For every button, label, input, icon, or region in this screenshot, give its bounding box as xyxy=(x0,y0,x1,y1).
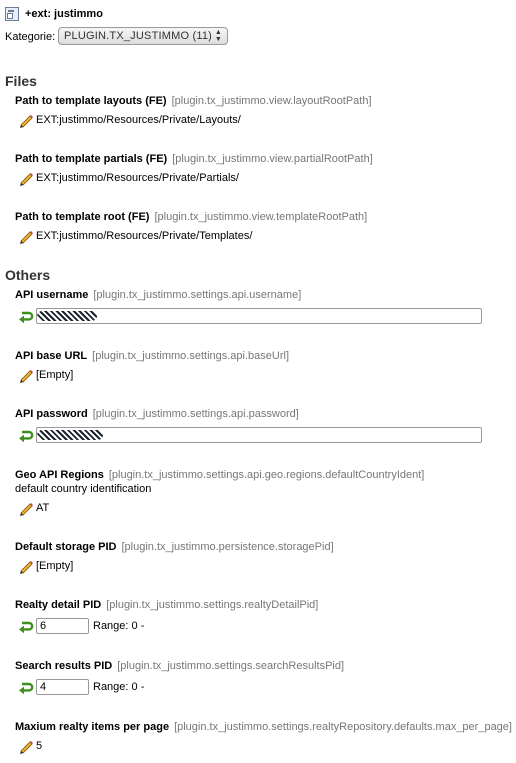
option-label: API base URL xyxy=(15,350,88,362)
option-label: Realty detail PID xyxy=(15,599,102,611)
option-title-layouts: Path to template layouts (FE) [plugin.tx_… xyxy=(15,95,372,107)
option-title-username: API username [plugin.tx_justimmo.settings… xyxy=(15,289,301,301)
pencil-icon[interactable] xyxy=(18,740,34,754)
range-label: Range: 0 - xyxy=(93,681,145,693)
option-key: [plugin.tx_justimmo.settings.api.usernam… xyxy=(93,289,302,301)
option-value-templates: EXT:justimmo/Resources/Private/Templates… xyxy=(36,230,253,242)
option-title-partials: Path to template partials (FE) [plugin.tx… xyxy=(15,153,373,165)
option-label: Path to template partials (FE) xyxy=(15,153,168,165)
option-label: Path to template root (FE) xyxy=(15,211,150,223)
option-title-baseurl: API base URL [plugin.tx_justimmo.settings… xyxy=(15,350,289,362)
pencil-icon[interactable] xyxy=(18,560,34,574)
option-label: Geo API Regions xyxy=(15,469,104,481)
option-label: Search results PID xyxy=(15,660,113,672)
option-key: [plugin.tx_justimmo.settings.api.baseUrl… xyxy=(92,350,290,362)
option-value-maxitems: 5 xyxy=(36,740,43,752)
option-key: [plugin.tx_justimmo.settings.api.passwor… xyxy=(92,408,299,420)
option-title-password: API password [plugin.tx_justimmo.settings… xyxy=(15,408,299,420)
option-key: [plugin.tx_justimmo.settings.searchResul… xyxy=(117,660,345,672)
pencil-icon[interactable] xyxy=(18,172,34,186)
category-label: Kategorie: xyxy=(5,31,56,43)
api-password-input[interactable] xyxy=(36,427,482,443)
option-key: [plugin.tx_justimmo.view.partialRootPath… xyxy=(172,153,373,165)
option-title-templates: Path to template root (FE) [plugin.tx_jus… xyxy=(15,211,367,223)
undo-arrow-icon[interactable] xyxy=(18,620,34,634)
extension-title-text: +ext: justimmo xyxy=(25,8,103,20)
pencil-icon[interactable] xyxy=(18,114,34,128)
option-title-detail: Realty detail PID [plugin.tx_justimmo.set… xyxy=(15,599,318,611)
option-description-regions: default country identification xyxy=(15,483,152,495)
undo-arrow-icon[interactable] xyxy=(18,429,34,443)
option-value-partials: EXT:justimmo/Resources/Private/Partials/ xyxy=(36,172,239,184)
masked-value xyxy=(37,430,103,440)
option-label: Maxium realty items per page xyxy=(15,721,170,733)
section-files-heading: Files xyxy=(5,73,37,89)
api-username-input[interactable] xyxy=(36,308,482,324)
option-key: [plugin.tx_justimmo.view.templateRootPat… xyxy=(154,211,368,223)
option-title-regions: Geo API Regions [plugin.tx_justimmo.setti… xyxy=(15,469,424,481)
option-value-storage: [Empty] xyxy=(36,560,74,572)
category-select-value: PLUGIN.TX_JUSTIMMO (11) xyxy=(64,30,213,42)
option-key: [plugin.tx_justimmo.view.layoutRootPath] xyxy=(171,95,372,107)
undo-arrow-icon[interactable] xyxy=(18,681,34,695)
option-label: API password xyxy=(15,408,88,420)
option-label: Path to template layouts (FE) xyxy=(15,95,167,107)
pencil-icon[interactable] xyxy=(18,369,34,383)
option-label: API username xyxy=(15,289,89,301)
option-title-storage: Default storage PID [plugin.tx_justimmo.p… xyxy=(15,541,334,553)
search-results-pid-input[interactable]: 4 xyxy=(36,679,89,695)
category-select[interactable]: PLUGIN.TX_JUSTIMMO (11) ▲ ▼ xyxy=(58,27,228,45)
section-others-heading: Others xyxy=(5,267,51,283)
option-title-maxitems: Maxium realty items per page [plugin.tx_j… xyxy=(15,721,512,733)
masked-value xyxy=(37,311,97,321)
option-value-regions: AT xyxy=(36,502,50,514)
option-value-layouts: EXT:justimmo/Resources/Private/Layouts/ xyxy=(36,114,241,126)
option-key: [plugin.tx_justimmo.settings.realtyRepos… xyxy=(174,721,512,733)
option-label: Default storage PID xyxy=(15,541,117,553)
option-key: [plugin.tx_justimmo.persistence.storageP… xyxy=(121,541,334,553)
extension-title: +ext: justimmo xyxy=(5,7,103,21)
option-key: [plugin.tx_justimmo.settings.api.geo.reg… xyxy=(108,469,425,481)
undo-arrow-icon[interactable] xyxy=(18,310,34,324)
realty-detail-pid-input[interactable]: 6 xyxy=(36,618,89,634)
pencil-icon[interactable] xyxy=(18,502,34,516)
option-value-baseurl: [Empty] xyxy=(36,369,74,381)
option-key: [plugin.tx_justimmo.settings.realtyDetai… xyxy=(106,599,319,611)
select-arrows-icon: ▲ ▼ xyxy=(214,29,222,43)
pencil-icon[interactable] xyxy=(18,230,34,244)
option-title-search: Search results PID [plugin.tx_justimmo.se… xyxy=(15,660,344,672)
range-label: Range: 0 - xyxy=(93,620,145,632)
extension-icon xyxy=(5,7,19,21)
